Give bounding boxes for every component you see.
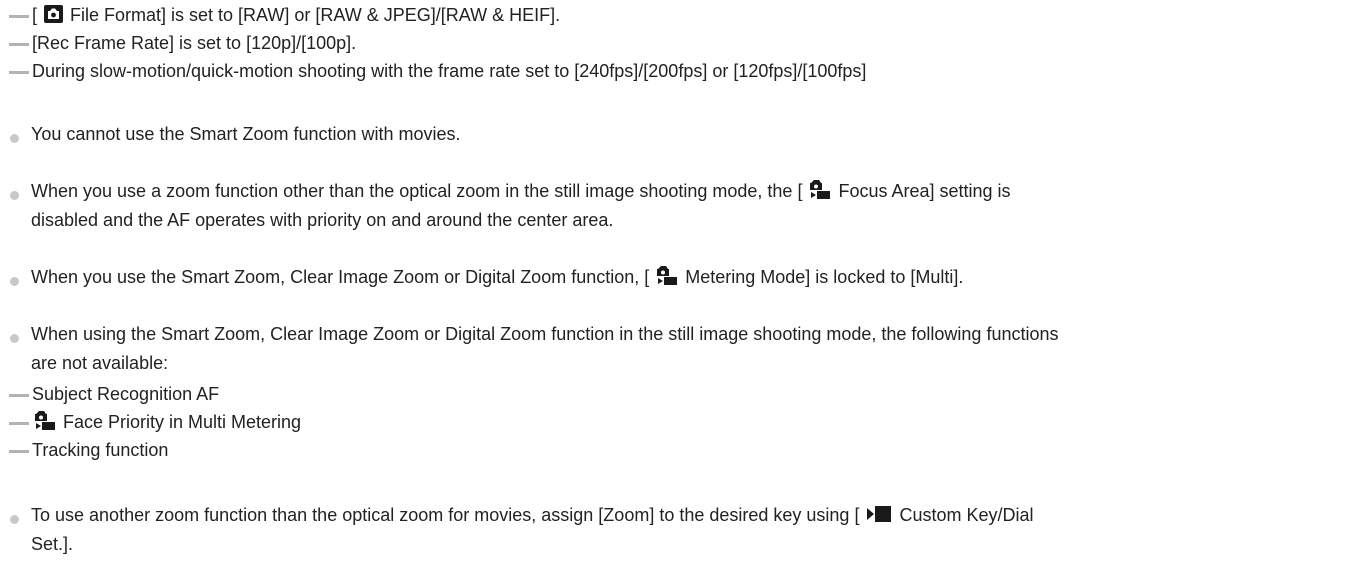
dash-marker xyxy=(9,43,29,46)
dash-marker xyxy=(9,450,29,453)
list-item: [Rec Frame Rate] is set to [120p]/[100p]… xyxy=(0,30,866,58)
bullet-dot xyxy=(10,334,19,343)
help-page: [ File Format] is set to [RAW] or [RAW &… xyxy=(0,0,1351,569)
dash-marker xyxy=(9,394,29,397)
list-item: Subject Recognition AF xyxy=(0,381,301,409)
bullet-dot xyxy=(10,277,19,286)
note-text: When you use the Smart Zoom, Clear Image… xyxy=(31,265,964,287)
movie-icon xyxy=(866,505,892,523)
list-item: Tracking function xyxy=(0,437,301,465)
note-text: To use another zoom function than the op… xyxy=(31,505,1034,554)
dash-marker xyxy=(9,15,29,18)
still-movie-camera-icon xyxy=(656,265,678,285)
bullet-dot xyxy=(10,515,19,524)
list-item: [ File Format] is set to [RAW] or [RAW &… xyxy=(0,2,866,30)
list-item: During slow-motion/quick-motion shooting… xyxy=(0,58,866,86)
note-text: When you use a zoom function other than … xyxy=(31,179,1011,230)
still-movie-camera-icon xyxy=(809,179,831,199)
list-item: Face Priority in Multi Metering xyxy=(0,409,301,437)
note-text: When using the Smart Zoom, Clear Image Z… xyxy=(31,324,1059,373)
still-camera-icon xyxy=(44,5,64,23)
still-movie-camera-icon xyxy=(34,410,56,430)
continued-conditions-list: [ File Format] is set to [RAW] or [RAW &… xyxy=(0,2,866,86)
dash-marker xyxy=(9,71,29,74)
bullet-dot xyxy=(10,134,19,143)
dash-marker xyxy=(9,422,29,425)
unavailable-functions-list: Subject Recognition AF Face Priority in … xyxy=(0,381,301,465)
note-text: You cannot use the Smart Zoom function w… xyxy=(31,124,461,144)
bullet-dot xyxy=(10,191,19,200)
